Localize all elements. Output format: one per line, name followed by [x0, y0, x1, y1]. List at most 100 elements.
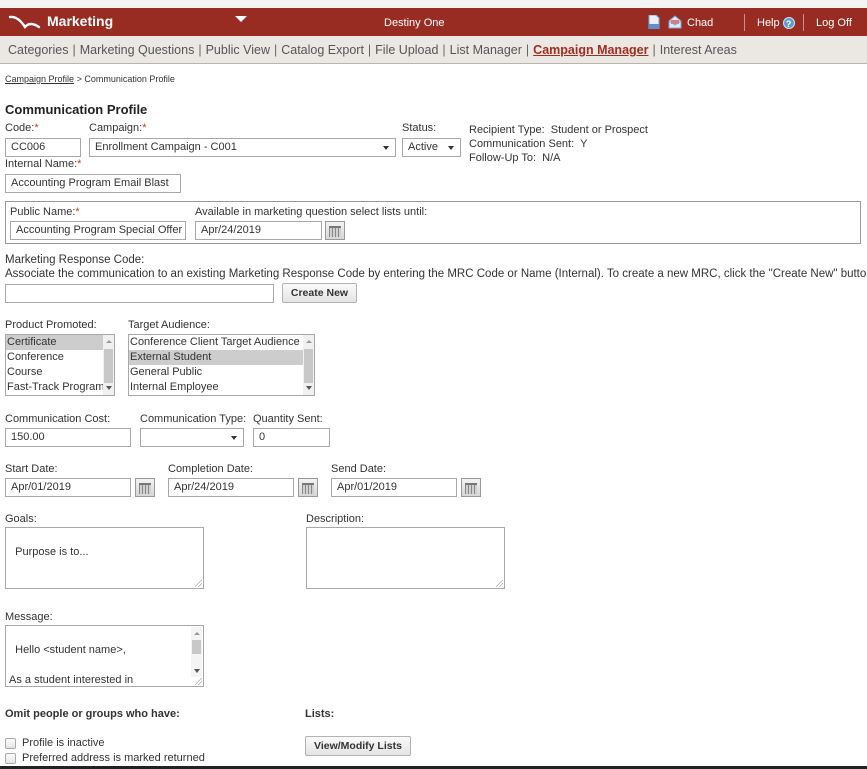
user-name[interactable]: Chad [687, 17, 713, 29]
completion-date-input[interactable]: Apr/24/2019 [168, 478, 294, 497]
communication-type-select[interactable] [140, 428, 244, 447]
communication-cost-input[interactable]: 150.00 [5, 428, 131, 447]
help-link[interactable]: Help? [757, 17, 795, 30]
goals-textarea[interactable]: Purpose is to... [5, 527, 204, 589]
follow-up-to: Follow-Up To: N/A [469, 151, 648, 165]
listbox-option[interactable]: Course [6, 365, 114, 380]
address-returned-checkbox[interactable] [5, 753, 16, 764]
calendar-icon[interactable] [461, 478, 481, 497]
envelope-icon[interactable] [668, 15, 682, 29]
nav-catalog-export[interactable]: Catalog Export [281, 43, 364, 57]
nav-separator: | [72, 43, 76, 57]
internal-name-input[interactable]: Accounting Program Email Blast [5, 174, 181, 193]
listbox-option[interactable]: Fast-Track Program [6, 380, 114, 395]
resize-grip-icon[interactable] [195, 678, 202, 685]
create-new-button[interactable]: Create New [282, 283, 357, 303]
start-date-input[interactable]: Apr/01/2019 [5, 478, 131, 497]
scroll-down-icon[interactable] [106, 386, 112, 390]
profile-inactive-checkbox[interactable] [5, 738, 16, 749]
scroll-down-icon[interactable] [194, 669, 200, 673]
resize-grip-icon[interactable] [496, 580, 503, 587]
description-textarea[interactable] [306, 527, 505, 589]
nav-public-view[interactable]: Public View [206, 43, 270, 57]
breadcrumb: Campaign Profile > Communication Profile [5, 74, 175, 84]
mrc-label: Marketing Response Code: [5, 254, 145, 266]
listbox-option[interactable]: Conference Client Target Audience [129, 335, 314, 350]
nav-list-manager[interactable]: List Manager [450, 43, 522, 57]
header-divider [803, 14, 804, 31]
mrc-help-text: Associate the communication to an existi… [5, 268, 867, 280]
scroll-thumb[interactable] [104, 349, 113, 383]
message-textarea[interactable]: Hello <student name>, As a student inter… [5, 625, 204, 687]
listbox-option[interactable]: External Student [129, 350, 303, 365]
omit-heading: Omit people or groups who have: [5, 708, 180, 720]
product-promoted-label: Product Promoted: [5, 319, 97, 331]
campaign-label: Campaign:* [89, 122, 146, 134]
goals-label: Goals: [5, 513, 37, 525]
scroll-thumb[interactable] [304, 349, 313, 383]
scroll-up-icon[interactable] [306, 340, 312, 343]
quantity-sent-label: Quantity Sent: [253, 413, 323, 425]
message-label: Message: [5, 611, 53, 623]
nav-categories[interactable]: Categories [8, 43, 68, 57]
scrollbar[interactable] [303, 335, 314, 395]
calendar-icon[interactable] [325, 221, 345, 240]
header-divider [744, 14, 745, 31]
communication-info: Recipient Type: Student or Prospect Comm… [469, 123, 648, 165]
status-select[interactable]: Active [402, 138, 461, 157]
public-name-label-text: Public Name: [10, 206, 76, 218]
mrc-input[interactable] [5, 284, 274, 303]
listbox-option[interactable]: Conference [6, 350, 114, 365]
public-name-input[interactable]: Accounting Program Special Offer [10, 221, 186, 240]
product-promoted-listbox[interactable]: Certificate Conference Course Fast-Track… [5, 334, 115, 396]
app-title: Marketing [47, 13, 114, 29]
completion-date-label: Completion Date: [168, 463, 253, 475]
calendar-icon[interactable] [298, 478, 318, 497]
required-mark: * [77, 158, 82, 170]
app-header: Marketing Destiny One Chad Help? Log Off [0, 8, 867, 36]
calendar-icon[interactable] [135, 478, 155, 497]
follow-up-label: Follow-Up To: [469, 152, 537, 164]
required-mark: * [34, 122, 39, 134]
scrollbar[interactable] [191, 627, 202, 677]
nav-campaign-manager[interactable]: Campaign Manager [533, 43, 648, 57]
scroll-down-icon[interactable] [306, 386, 312, 390]
profile-inactive-label: Profile is inactive [22, 737, 105, 749]
nav-file-upload[interactable]: File Upload [375, 43, 438, 57]
document-icon[interactable] [648, 15, 660, 29]
nav-marketing-questions[interactable]: Marketing Questions [80, 43, 195, 57]
code-input[interactable]: CC006 [5, 138, 81, 157]
nav-separator: | [198, 43, 202, 57]
available-until-label: Available in marketing question select l… [195, 206, 428, 218]
available-until-input[interactable]: Apr/24/2019 [195, 221, 322, 240]
recipient-type: Recipient Type: Student or Prospect [469, 123, 648, 137]
breadcrumb-separator: > [76, 74, 82, 84]
communication-sent: Communication Sent: Y [469, 137, 648, 151]
app-switcher-dropdown-icon[interactable] [235, 16, 247, 22]
communication-cost-label: Communication Cost: [5, 413, 111, 425]
public-name-label: Public Name:* [10, 206, 80, 218]
internal-name-label: Internal Name:* [5, 158, 81, 170]
target-audience-listbox[interactable]: Conference Client Target Audience Extern… [128, 334, 315, 396]
message-text: Hello <student name>, As a student inter… [9, 644, 134, 686]
resize-grip-icon[interactable] [195, 580, 202, 587]
breadcrumb-campaign-profile[interactable]: Campaign Profile [5, 74, 74, 84]
send-date-input[interactable]: Apr/01/2019 [331, 478, 457, 497]
scrollbar[interactable] [103, 335, 114, 395]
view-modify-lists-button[interactable]: View/Modify Lists [305, 736, 411, 756]
help-icon: ? [782, 17, 795, 30]
scroll-thumb[interactable] [192, 640, 201, 654]
nav-interest-areas[interactable]: Interest Areas [660, 43, 737, 57]
page-title: Communication Profile [5, 102, 148, 117]
scroll-up-icon[interactable] [106, 340, 112, 343]
scroll-up-icon[interactable] [194, 632, 200, 635]
listbox-option[interactable]: Internal Employee [129, 380, 314, 395]
nav-separator: | [652, 43, 656, 57]
logoff-link[interactable]: Log Off [816, 17, 852, 29]
quantity-sent-input[interactable]: 0 [253, 428, 330, 447]
listbox-option[interactable]: Certificate [6, 335, 103, 350]
recipient-type-value: Student or Prospect [550, 124, 648, 136]
communication-sent-value: Y [580, 138, 588, 150]
campaign-select[interactable]: Enrollment Campaign - C001 [89, 138, 396, 157]
listbox-option[interactable]: General Public [129, 365, 314, 380]
